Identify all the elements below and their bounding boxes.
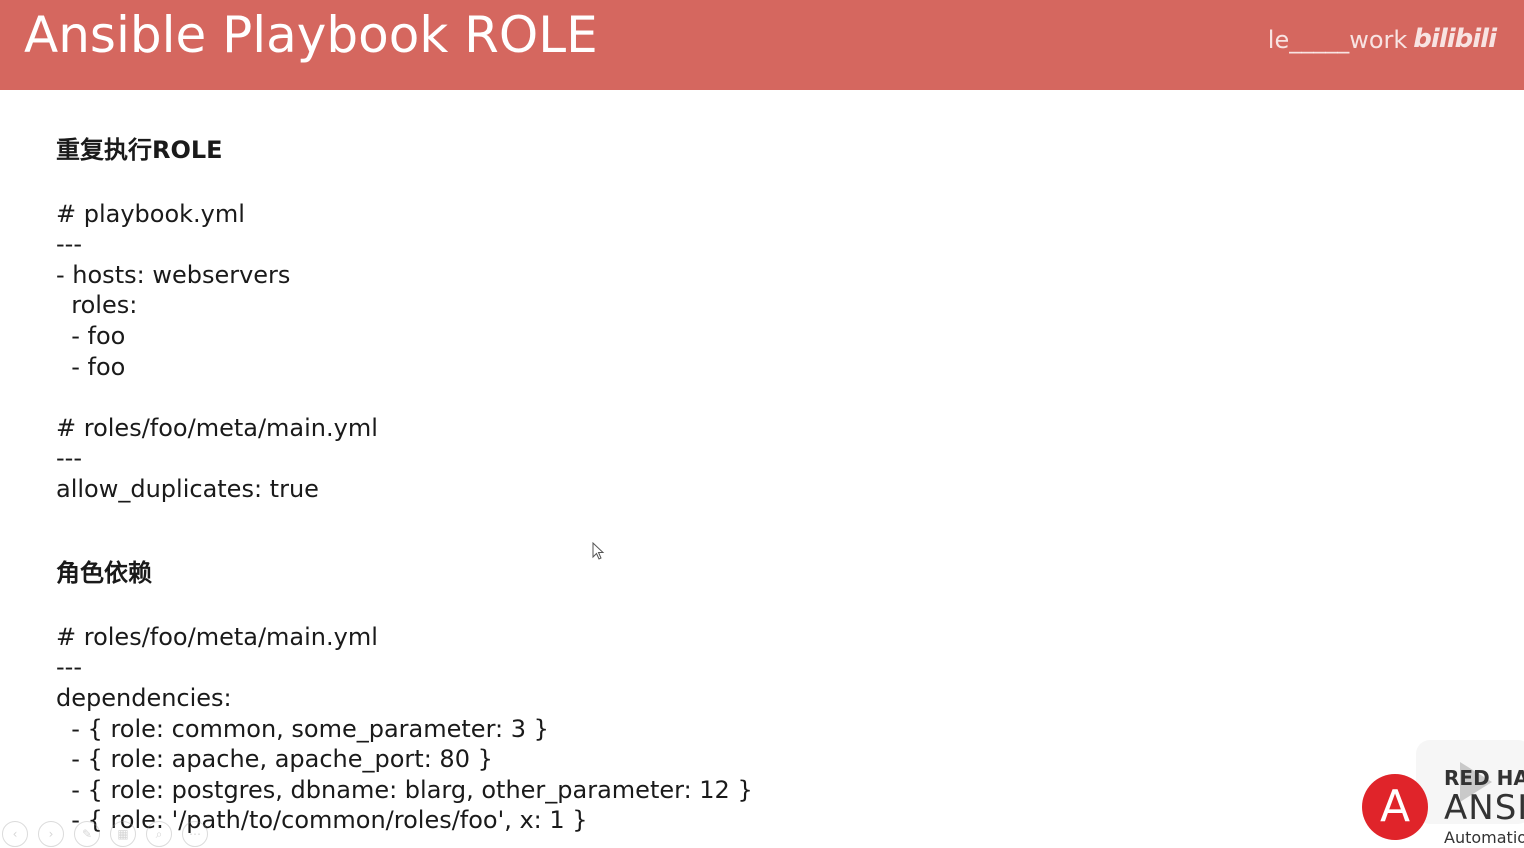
code-line: dependencies: [56, 683, 232, 712]
logo-redhat-text: RED HAT [1444, 766, 1524, 790]
logo-automation-text: Automation [1444, 828, 1524, 847]
slide-content: 重复执行ROLE # playbook.yml --- - hosts: web… [56, 132, 1256, 836]
code-line: # roles/foo/meta/main.yml [56, 622, 378, 651]
slideshow-controls: ‹ › ✎ ▦ ⌕ ⋯ [0, 820, 208, 848]
code-line: - { role: postgres, dbname: blarg, other… [56, 775, 753, 804]
watermark: le_____work bilibili [1267, 24, 1497, 54]
ansible-logo: A RED HAT ANSIBLE Automation [1294, 738, 1524, 848]
code-line: # roles/foo/meta/main.yml [56, 413, 378, 442]
code-line: allow_duplicates: true [56, 474, 319, 503]
section-heading-repeat-role: 重复执行ROLE [56, 136, 223, 164]
code-line: --- [56, 444, 82, 473]
logo-ansible-text: ANSIBLE [1444, 788, 1524, 828]
code-line: - { role: apache, apache_port: 80 } [56, 745, 493, 774]
code-block-playbook: # playbook.yml --- - hosts: webservers r… [56, 199, 1256, 383]
slide-header: Ansible Playbook ROLE le_____work bilibi… [0, 0, 1524, 90]
slide-title: Ansible Playbook ROLE [24, 6, 598, 64]
play-icon[interactable]: › [38, 821, 64, 847]
code-line: - hosts: webservers [56, 260, 291, 289]
bilibili-logo-icon: bilibili [1413, 24, 1497, 54]
mouse-cursor-icon [592, 542, 605, 560]
ansible-a-icon: A [1362, 774, 1428, 840]
code-line: --- [56, 230, 82, 259]
slides-icon[interactable]: ▦ [110, 821, 136, 847]
code-line: roles: [56, 291, 138, 320]
code-line: - foo [56, 352, 126, 381]
prev-icon[interactable]: ‹ [2, 821, 28, 847]
code-line: # playbook.yml [56, 199, 245, 228]
code-line: - { role: '/path/to/common/roles/foo', x… [56, 806, 588, 835]
zoom-icon[interactable]: ⌕ [146, 821, 172, 847]
code-line: --- [56, 653, 82, 682]
pen-icon[interactable]: ✎ [74, 821, 100, 847]
code-line: - { role: common, some_parameter: 3 } [56, 714, 549, 743]
code-block-meta-dependencies: # roles/foo/meta/main.yml --- dependenci… [56, 622, 1256, 836]
code-block-meta-duplicates: # roles/foo/meta/main.yml --- allow_dupl… [56, 413, 1256, 505]
more-icon[interactable]: ⋯ [182, 821, 208, 847]
section-heading-role-dependencies: 角色依赖 [56, 559, 152, 588]
watermark-text: le_____work [1267, 26, 1408, 54]
code-line: - foo [56, 321, 126, 350]
